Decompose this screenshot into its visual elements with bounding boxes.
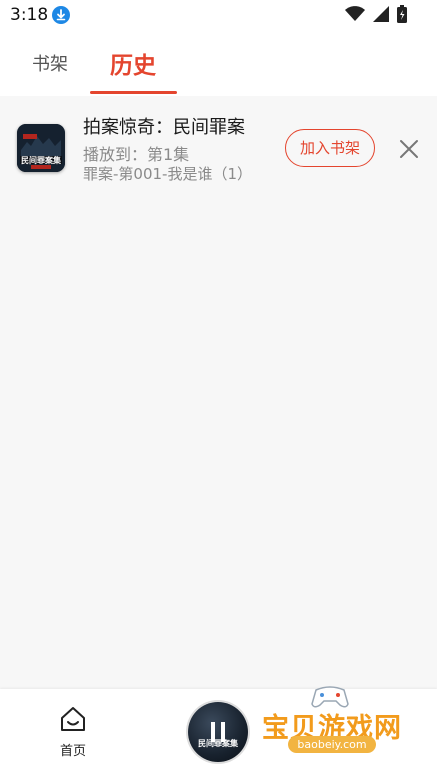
status-time: 3:18 [10, 5, 49, 25]
book-cover-text: 民间罪案集 [21, 156, 61, 165]
tab-bookshelf[interactable]: 书架 [32, 50, 68, 76]
download-icon [52, 6, 70, 24]
watermark: 宝贝游戏网 baobeiy.com [258, 682, 437, 777]
cell-signal-icon [373, 6, 389, 26]
nav-home-label: 首页 [59, 744, 86, 759]
watermark-url: baobeiy.com [288, 736, 376, 753]
play-progress: 播放到：第1集 [83, 145, 190, 164]
close-icon[interactable] [398, 138, 420, 160]
status-icons [345, 5, 407, 27]
tab-history[interactable]: 历史 [110, 46, 156, 80]
book-cover[interactable]: 民间罪案集 [17, 124, 65, 172]
active-tab-indicator [90, 91, 177, 94]
nav-home-button[interactable]: 首页 [50, 705, 96, 761]
wifi-icon [345, 6, 365, 26]
add-to-bookshelf-button[interactable]: 加入书架 [285, 129, 375, 167]
book-title[interactable]: 拍案惊奇：民间罪案 [83, 113, 245, 139]
now-playing-disc[interactable]: 民间罪案集 [188, 702, 248, 762]
battery-icon [397, 5, 407, 27]
status-bar: 3:18 [0, 0, 437, 32]
episode-title: 罪案-第001-我是谁（1） [83, 165, 252, 183]
top-tabbar: 书架 历史 [0, 32, 437, 96]
home-icon [59, 705, 87, 737]
history-list-item[interactable]: 民间罪案集 拍案惊奇：民间罪案 播放到：第1集 罪案-第001-我是谁（1） 加… [0, 100, 437, 196]
pause-icon[interactable] [209, 720, 227, 744]
